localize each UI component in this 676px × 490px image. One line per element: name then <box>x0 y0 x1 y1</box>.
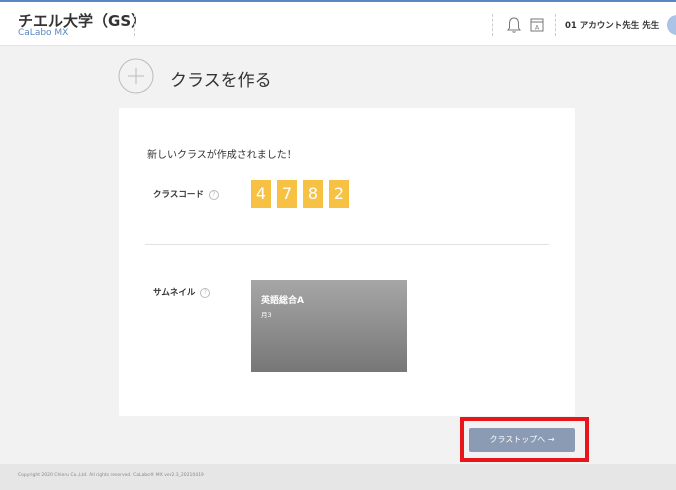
page-title: クラスを作る <box>170 71 272 91</box>
help-icon[interactable]: ? <box>200 287 211 298</box>
help-icon[interactable]: ? <box>208 189 219 200</box>
success-message: 新しいクラスが作成されました！ <box>147 150 297 161</box>
thumbnail-label-text: サムネイル <box>153 288 196 298</box>
user-name[interactable]: 01 アカウント先生 先生 <box>565 19 659 31</box>
class-thumbnail: 英語総合A 月3 <box>251 280 407 372</box>
class-code-digit: 4 <box>251 180 271 208</box>
section-divider <box>145 244 549 245</box>
thumbnail-label: サムネイル? <box>153 286 211 298</box>
avatar[interactable] <box>667 15 676 35</box>
class-code-digit: 2 <box>329 180 349 208</box>
bell-icon[interactable] <box>506 16 522 34</box>
class-code-digit: 7 <box>277 180 297 208</box>
class-code-label-text: クラスコード <box>153 190 204 200</box>
thumbnail-title: 英語総合A <box>261 296 304 306</box>
header-divider <box>134 14 135 36</box>
highlight-box <box>460 417 589 462</box>
copyright: Copyright 2020 Chieru Co.,Ltd. All right… <box>18 473 204 478</box>
header-divider <box>555 14 556 36</box>
svg-text:A: A <box>535 25 540 32</box>
footer: Copyright 2020 Chieru Co.,Ltd. All right… <box>0 464 676 490</box>
top-bar: チエル大学（GS） CaLabo MX A 01 アカウント先生 先生 <box>0 0 676 46</box>
calendar-icon[interactable]: A <box>529 16 545 33</box>
class-created-card: 新しいクラスが作成されました！ クラスコード? 4782 サムネイル? 英語総合… <box>119 108 575 416</box>
thumbnail-subtitle: 月3 <box>261 311 272 319</box>
plus-circle-icon <box>118 58 154 94</box>
class-code-label: クラスコード? <box>153 188 219 200</box>
class-code: 4782 <box>251 180 355 208</box>
app-name: CaLabo MX <box>18 28 69 38</box>
header-divider <box>492 14 493 36</box>
class-code-digit: 8 <box>303 180 323 208</box>
